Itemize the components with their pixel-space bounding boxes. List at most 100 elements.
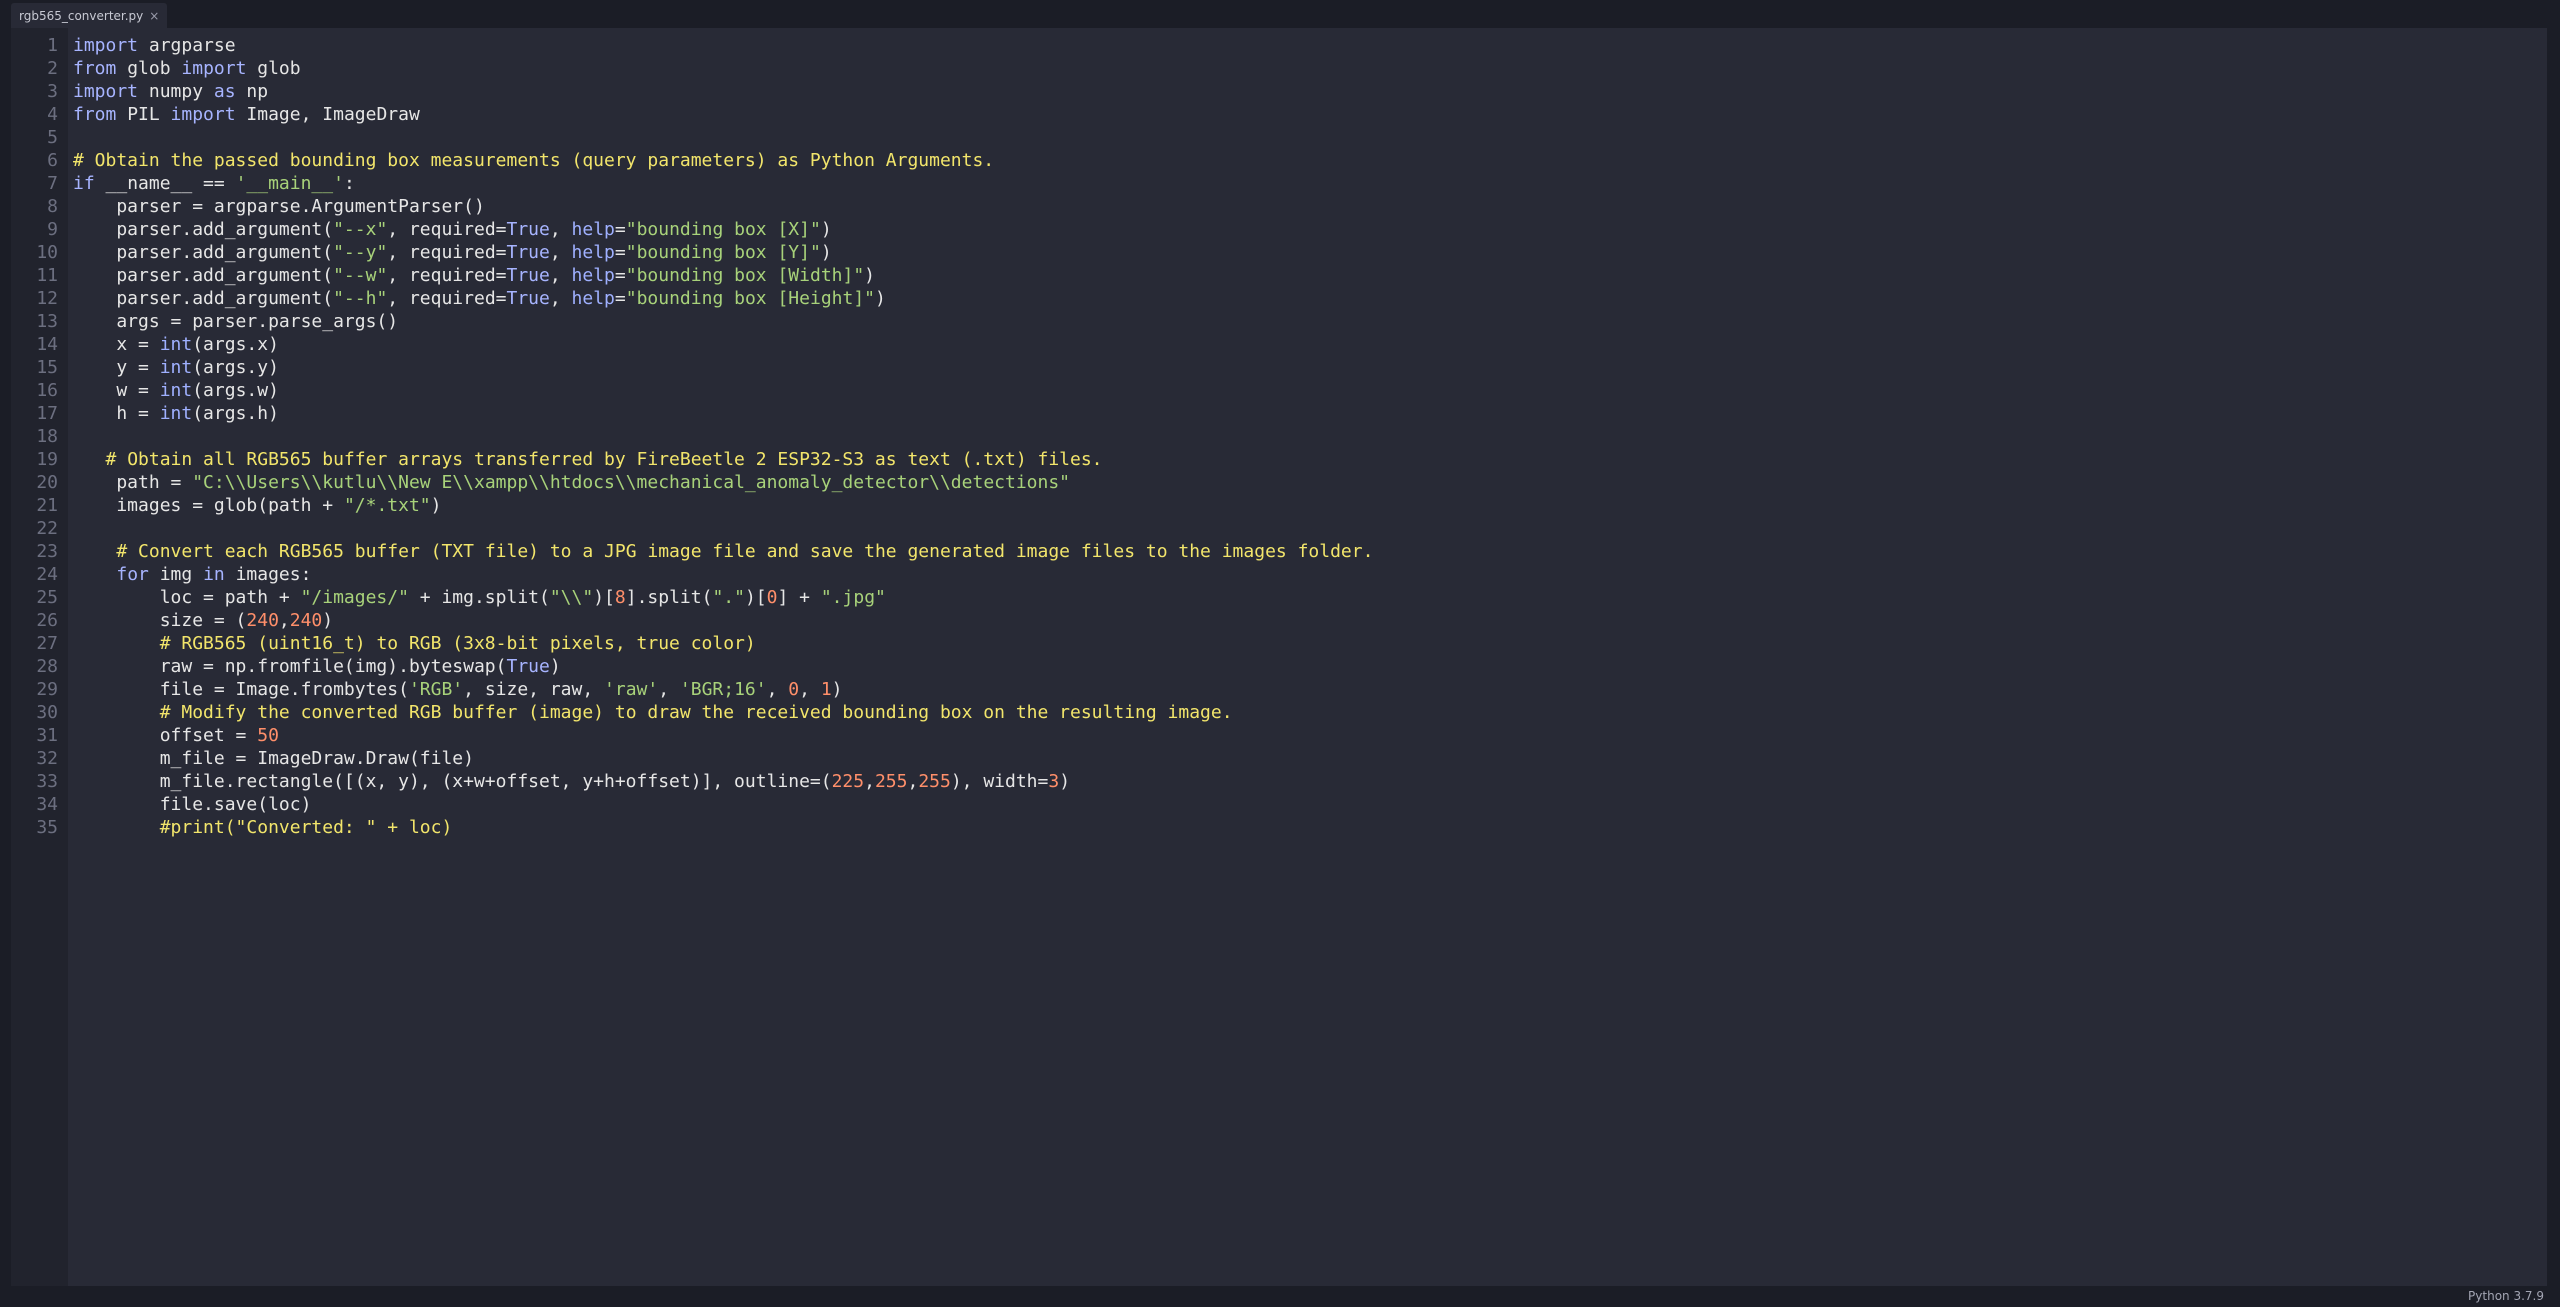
code-token: =: [614, 265, 626, 286]
code-token: loc = path +: [73, 587, 301, 608]
code-line[interactable]: raw = np.fromfile(img).byteswap(True): [73, 655, 2547, 678]
code-line[interactable]: m_file.rectangle([(x, y), (x+w+offset, y…: [73, 770, 2547, 793]
code-editor[interactable]: 1 2 3 4 5 6 7 8 9 10 11 12 13 14 15 16 17 18 19 20 21 22 23 24 2…: [11, 28, 2547, 1286]
code-token: ,: [658, 679, 680, 700]
code-line[interactable]: # Modify the converted RGB buffer (image…: [73, 701, 2547, 724]
code-token: "\\": [549, 587, 594, 608]
tab-label: rgb565_converter.py: [19, 8, 144, 23]
code-line[interactable]: from glob import glob: [73, 57, 2547, 80]
line-number: 22: [36, 518, 58, 539]
code-token: parser.add_argument(: [73, 219, 334, 240]
code-token: "--y": [333, 242, 388, 263]
code-token: for: [116, 564, 149, 585]
code-token: , size, raw,: [463, 679, 605, 700]
code-line[interactable]: parser = argparse.ArgumentParser(): [73, 195, 2547, 218]
code-line[interactable]: if __name__ == '__main__':: [73, 172, 2547, 195]
code-token: argparse: [138, 35, 236, 56]
code-line[interactable]: parser.add_argument("--x", required=True…: [73, 218, 2547, 241]
code-token: y =: [73, 357, 160, 378]
code-line[interactable]: import argparse: [73, 34, 2547, 57]
code-line[interactable]: # RGB565 (uint16_t) to RGB (3x8-bit pixe…: [73, 632, 2547, 655]
line-number: 14: [36, 334, 58, 355]
code-line[interactable]: x = int(args.x): [73, 333, 2547, 356]
code-line[interactable]: [73, 126, 2547, 149]
line-number: 32: [36, 748, 58, 769]
code-line[interactable]: parser.add_argument("--y", required=True…: [73, 241, 2547, 264]
code-line[interactable]: images = glob(path + "/*.txt"): [73, 494, 2547, 517]
code-token: raw = np.fromfile(img).byteswap(: [73, 656, 507, 677]
code-token: int: [159, 403, 193, 424]
line-number: 28: [36, 656, 58, 677]
code-token: 255: [918, 771, 951, 792]
code-line[interactable]: for img in images:: [73, 563, 2547, 586]
code-line[interactable]: # Convert each RGB565 buffer (TXT file) …: [73, 540, 2547, 563]
code-token: =: [614, 219, 626, 240]
code-line[interactable]: y = int(args.y): [73, 356, 2547, 379]
code-line[interactable]: file.save(loc): [73, 793, 2547, 816]
code-line[interactable]: #print("Converted: " + loc): [73, 816, 2547, 839]
code-token: __name__ ==: [94, 173, 236, 194]
code-line[interactable]: import numpy as np: [73, 80, 2547, 103]
code-token: , required=: [387, 242, 507, 263]
line-number: 11: [36, 265, 58, 286]
code-line[interactable]: w = int(args.w): [73, 379, 2547, 402]
code-token: (args.x): [192, 334, 279, 355]
code-line[interactable]: # Obtain the passed bounding box measure…: [73, 149, 2547, 172]
code-token: ,: [907, 771, 919, 792]
code-line[interactable]: loc = path + "/images/" + img.split("\\"…: [73, 586, 2547, 609]
code-token: import: [73, 35, 139, 56]
code-line[interactable]: [73, 425, 2547, 448]
code-area[interactable]: import argparse from glob import glob impo…: [68, 28, 2547, 1286]
status-bar: Python 3.7.9: [0, 1286, 2560, 1307]
code-token: (args.w): [192, 380, 279, 401]
code-line[interactable]: size = (240,240): [73, 609, 2547, 632]
code-line[interactable]: m_file = ImageDraw.Draw(file): [73, 747, 2547, 770]
code-token: )[: [744, 587, 767, 608]
language-indicator[interactable]: Python 3.7.9: [2468, 1289, 2544, 1303]
code-token: int: [159, 334, 193, 355]
code-token: np: [235, 81, 269, 102]
code-token: "bounding box [Width]": [625, 265, 865, 286]
code-token: "bounding box [Y]": [625, 242, 821, 263]
code-token: =: [614, 288, 626, 309]
code-token: "bounding box [X]": [625, 219, 821, 240]
tab-rgb565-converter[interactable]: rgb565_converter.py ×: [11, 3, 168, 28]
line-number: 29: [36, 679, 58, 700]
code-token: # RGB565 (uint16_t) to RGB (3x8-bit pixe…: [159, 633, 756, 654]
code-token: parser = argparse.ArgumentParser(): [73, 196, 485, 217]
code-token: parser.add_argument(: [73, 288, 334, 309]
code-token: images:: [224, 564, 312, 585]
close-icon[interactable]: ×: [149, 9, 159, 23]
code-token: m_file.rectangle([(x, y), (x+w+offset, y…: [73, 771, 832, 792]
code-line[interactable]: h = int(args.h): [73, 402, 2547, 425]
code-token: w =: [73, 380, 160, 401]
code-token: x =: [73, 334, 160, 355]
code-line[interactable]: args = parser.parse_args(): [73, 310, 2547, 333]
code-token: import: [170, 104, 236, 125]
code-token: int: [159, 380, 193, 401]
code-line[interactable]: path = "C:\\Users\\kutlu\\New E\\xampp\\…: [73, 471, 2547, 494]
line-number: 18: [36, 426, 58, 447]
code-line[interactable]: from PIL import Image, ImageDraw: [73, 103, 2547, 126]
line-number: 4: [47, 104, 58, 125]
code-line[interactable]: parser.add_argument("--w", required=True…: [73, 264, 2547, 287]
code-token: ,: [549, 265, 572, 286]
code-token: 240: [289, 610, 323, 631]
line-number: 26: [36, 610, 58, 631]
line-number: 33: [36, 771, 58, 792]
code-line[interactable]: [73, 517, 2547, 540]
code-line[interactable]: file = Image.frombytes('RGB', size, raw,…: [73, 678, 2547, 701]
code-token: ): [820, 242, 832, 263]
code-line[interactable]: parser.add_argument("--h", required=True…: [73, 287, 2547, 310]
line-number: 24: [36, 564, 58, 585]
code-token: file.save(loc): [73, 794, 312, 815]
code-token: images = glob(path +: [73, 495, 344, 516]
code-token: ): [831, 679, 843, 700]
code-token: 'BGR;16': [679, 679, 767, 700]
code-line[interactable]: # Obtain all RGB565 buffer arrays transf…: [73, 448, 2547, 471]
code-line[interactable]: offset = 50: [73, 724, 2547, 747]
